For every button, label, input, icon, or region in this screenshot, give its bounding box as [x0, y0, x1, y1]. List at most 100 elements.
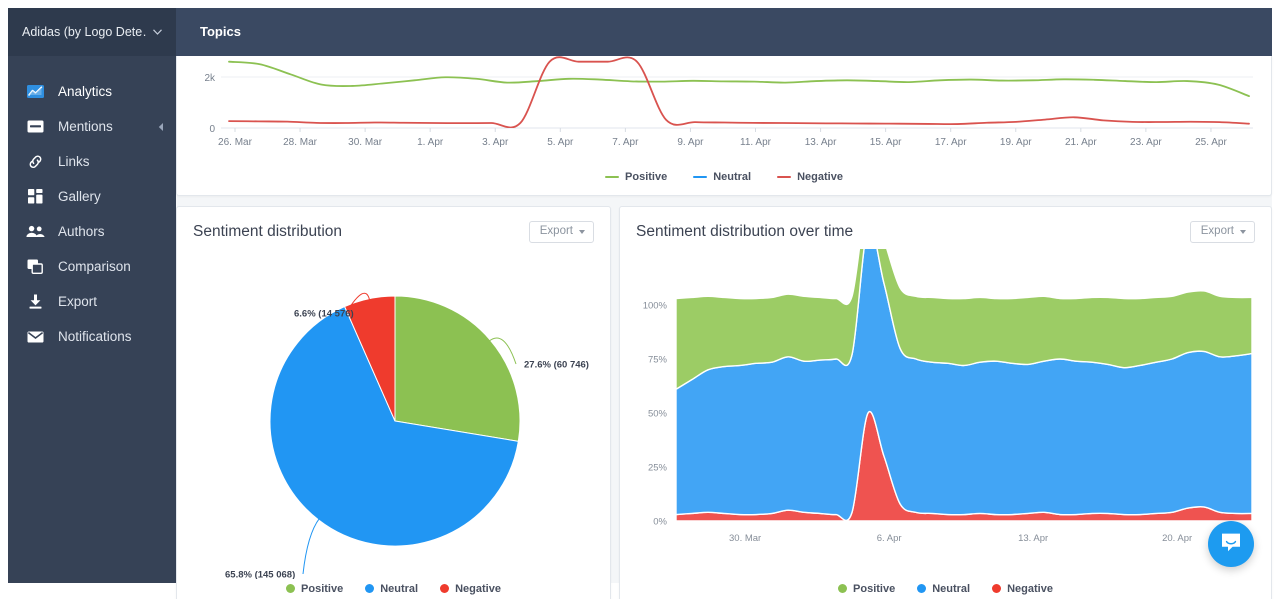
- legend-label: Positive: [853, 583, 895, 595]
- legend-item-negative[interactable]: Negative: [777, 171, 843, 183]
- legend-item-positive[interactable]: Positive: [605, 171, 667, 183]
- svg-text:5. Apr: 5. Apr: [547, 137, 574, 148]
- chevron-down-icon: [153, 27, 162, 37]
- pie-legend: Positive Neutral Negative: [177, 583, 610, 595]
- legend-label: Neutral: [713, 171, 751, 183]
- svg-text:75%: 75%: [648, 354, 668, 365]
- svg-text:26. Mar: 26. Mar: [218, 137, 253, 148]
- volume-over-time-card: 2k 026. Mar 28. Mar 30. Mar 1. Apr 3. Apr 5. A…: [176, 56, 1272, 196]
- legend-marker-positive: [838, 584, 847, 593]
- sidebar-item-analytics[interactable]: Analytics: [8, 74, 176, 109]
- area-export-button[interactable]: Export: [1190, 221, 1255, 243]
- svg-text:13. Apr: 13. Apr: [1018, 533, 1048, 544]
- legend-marker-negative: [992, 584, 1001, 593]
- sidebar-item-export[interactable]: Export: [8, 284, 176, 319]
- people-icon: [24, 223, 46, 241]
- svg-text:27.6% (60 746): 27.6% (60 746): [524, 359, 589, 370]
- mentions-card-icon: [24, 118, 46, 136]
- svg-text:65.8% (145 068): 65.8% (145 068): [225, 569, 295, 579]
- sidebar-nav: Analytics Mentions: [8, 56, 176, 354]
- caret-down-icon: [579, 230, 585, 234]
- sidebar-item-label: Mentions: [58, 119, 113, 134]
- svg-text:23. Apr: 23. Apr: [1130, 137, 1162, 148]
- area-card-header: Sentiment distribution over time Export: [620, 207, 1271, 249]
- svg-text:0: 0: [209, 124, 215, 135]
- svg-text:6. Apr: 6. Apr: [877, 533, 902, 544]
- sidebar-item-links[interactable]: Links: [8, 144, 176, 179]
- legend-item-neutral[interactable]: Neutral: [693, 171, 751, 183]
- svg-text:17. Apr: 17. Apr: [935, 137, 967, 148]
- svg-text:3. Apr: 3. Apr: [482, 137, 509, 148]
- sidebar-item-authors[interactable]: Authors: [8, 214, 176, 249]
- area-legend: Positive Neutral Negative: [620, 583, 1271, 595]
- legend-label: Neutral: [380, 583, 418, 595]
- content-area: 2k 026. Mar 28. Mar 30. Mar 1. Apr 3. Apr 5. A…: [176, 56, 1272, 583]
- svg-text:6.6% (14 576): 6.6% (14 576): [294, 308, 354, 319]
- legend-label: Negative: [797, 171, 843, 183]
- legend-item-neutral[interactable]: Neutral: [917, 583, 970, 595]
- legend-label: Neutral: [932, 583, 970, 595]
- legend-item-positive[interactable]: Positive: [286, 583, 343, 595]
- pie-export-button[interactable]: Export: [529, 221, 594, 243]
- envelope-icon: [24, 328, 46, 346]
- sidebar-item-label: Comparison: [58, 259, 131, 274]
- pie-card-header: Sentiment distribution Export: [177, 207, 610, 249]
- legend-label: Positive: [301, 583, 343, 595]
- legend-item-positive[interactable]: Positive: [838, 583, 895, 595]
- svg-text:19. Apr: 19. Apr: [1000, 137, 1032, 148]
- sidebar-item-label: Export: [58, 294, 97, 309]
- compare-windows-icon: [24, 258, 46, 276]
- volume-chart-legend: Positive Neutral Negative: [177, 171, 1271, 183]
- project-selector-label: Adidas (by Logo Dete…: [22, 25, 147, 39]
- analytics-chart-icon: [24, 83, 46, 101]
- sentiment-distribution-card: Sentiment distribution Export 6.6% (14 5…: [176, 206, 611, 599]
- legend-item-negative[interactable]: Negative: [440, 583, 501, 595]
- intercom-launcher[interactable]: [1208, 521, 1254, 567]
- svg-text:15. Apr: 15. Apr: [870, 137, 902, 148]
- legend-marker-positive: [286, 584, 295, 593]
- sidebar-collapse-icon[interactable]: [158, 122, 164, 131]
- chat-bubble-icon: [1220, 531, 1242, 558]
- legend-marker-negative: [777, 176, 791, 179]
- download-icon: [24, 293, 46, 311]
- sidebar-item-gallery[interactable]: Gallery: [8, 179, 176, 214]
- svg-text:21. Apr: 21. Apr: [1065, 137, 1097, 148]
- sidebar-item-label: Gallery: [58, 189, 101, 204]
- svg-text:7. Apr: 7. Apr: [612, 137, 639, 148]
- legend-item-neutral[interactable]: Neutral: [365, 583, 418, 595]
- legend-marker-neutral: [365, 584, 374, 593]
- sidebar-item-notifications[interactable]: Notifications: [8, 319, 176, 354]
- tab-topics[interactable]: Topics: [192, 8, 249, 56]
- svg-text:11. Apr: 11. Apr: [740, 137, 772, 148]
- svg-text:1. Apr: 1. Apr: [417, 137, 444, 148]
- svg-text:30. Mar: 30. Mar: [729, 533, 761, 544]
- sidebar-item-label: Notifications: [58, 329, 132, 344]
- legend-label: Negative: [455, 583, 501, 595]
- svg-text:50%: 50%: [648, 408, 668, 419]
- sidebar-item-label: Links: [58, 154, 90, 169]
- sidebar-item-comparison[interactable]: Comparison: [8, 249, 176, 284]
- pie-card-title: Sentiment distribution: [193, 223, 342, 241]
- export-button-label: Export: [540, 226, 573, 238]
- app-root: Adidas (by Logo Dete… Analytics: [0, 0, 1280, 599]
- svg-text:9. Apr: 9. Apr: [677, 137, 704, 148]
- sentiment-distribution-pie: 6.6% (14 576) 27.6% (60 746) 65.8% (145 06…: [177, 249, 610, 579]
- sidebar-item-label: Authors: [58, 224, 105, 239]
- svg-text:28. Mar: 28. Mar: [283, 137, 318, 148]
- svg-text:13. Apr: 13. Apr: [805, 137, 837, 148]
- legend-label: Positive: [625, 171, 667, 183]
- legend-marker-positive: [605, 176, 619, 179]
- legend-marker-neutral: [917, 584, 926, 593]
- legend-marker-neutral: [693, 176, 707, 179]
- main-area: Topics 2k 026. Mar 28. Mar 30. Mar 1. Apr 3. …: [176, 8, 1272, 583]
- project-selector[interactable]: Adidas (by Logo Dete…: [8, 8, 176, 56]
- legend-label: Negative: [1007, 583, 1053, 595]
- export-button-label: Export: [1201, 226, 1234, 238]
- sidebar: Adidas (by Logo Dete… Analytics: [8, 8, 176, 583]
- svg-text:100%: 100%: [643, 300, 668, 311]
- sidebar-item-mentions[interactable]: Mentions: [8, 109, 176, 144]
- svg-text:30. Mar: 30. Mar: [348, 137, 383, 148]
- svg-text:2k: 2k: [204, 73, 216, 84]
- legend-item-negative[interactable]: Negative: [992, 583, 1053, 595]
- caret-down-icon: [1240, 230, 1246, 234]
